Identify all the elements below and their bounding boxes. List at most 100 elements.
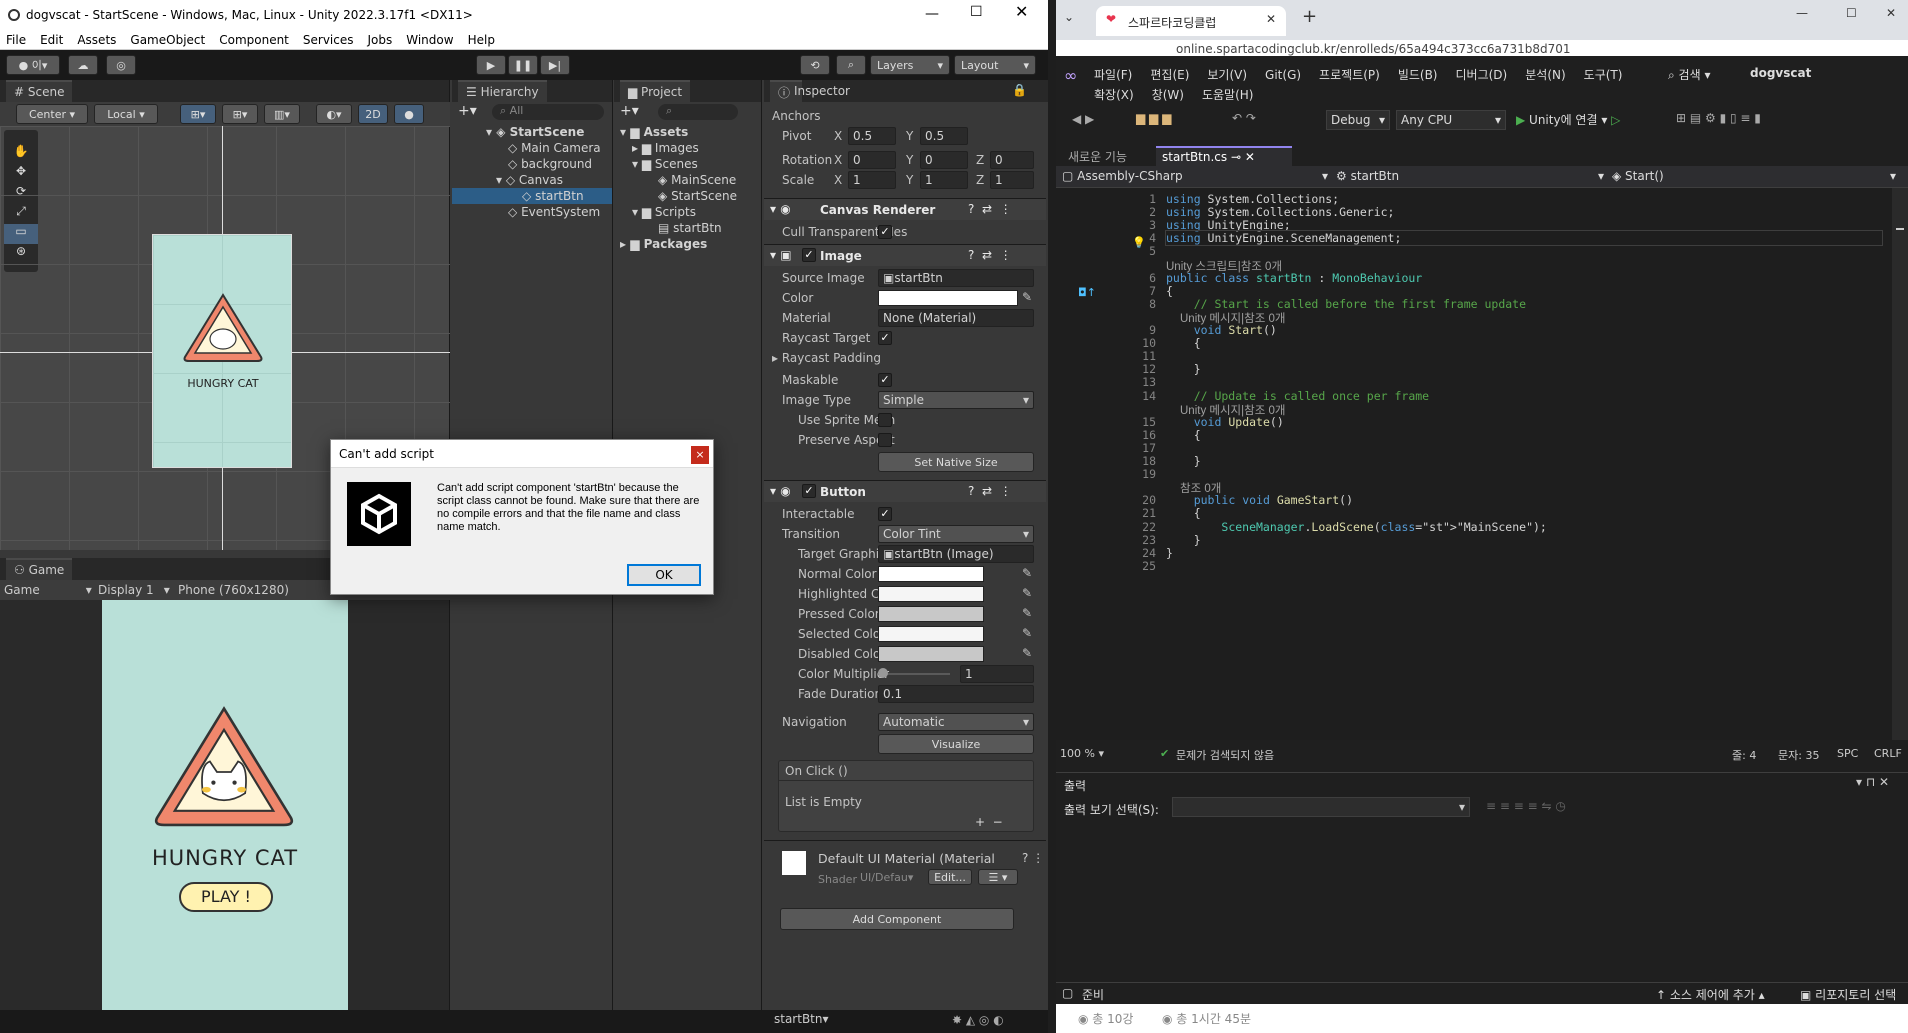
- menu-tools[interactable]: 도구(T): [1584, 66, 1623, 83]
- rotation-y-field[interactable]: 0: [920, 151, 968, 169]
- scene-canvas[interactable]: HUNGRY CAT: [152, 234, 292, 468]
- class-nav-dropdown[interactable]: ⚙ startBtn: [1336, 169, 1399, 183]
- close-icon[interactable]: ✕: [1015, 2, 1028, 21]
- repo-select-button[interactable]: ▣ 리포지토리 선택: [1800, 986, 1896, 1003]
- code-line[interactable]: using System.Collections.Generic;: [1166, 205, 1395, 219]
- source-control-button[interactable]: ↑ 소스 제어에 추가 ▴: [1656, 986, 1765, 1003]
- add-component-button[interactable]: Add Component: [780, 908, 1014, 930]
- resolution-dropdown[interactable]: Phone (760x1280): [178, 583, 289, 597]
- maskable-checkbox[interactable]: ✓: [878, 373, 892, 387]
- help-icon[interactable]: ? ⇄ ⋮: [968, 248, 1012, 262]
- code-line[interactable]: using UnityEngine;: [1166, 218, 1291, 232]
- output-toolbar-icons[interactable]: ≡ ≡ ≡ ≡ ⇋ ◷: [1486, 799, 1566, 813]
- hierarchy-search-input[interactable]: ⌕ All: [492, 104, 604, 120]
- tab-close-icon[interactable]: ✕: [1245, 150, 1255, 164]
- menu-component[interactable]: Component: [219, 33, 289, 47]
- button-enabled-checkbox[interactable]: ✓: [802, 484, 816, 498]
- increment-button[interactable]: ▥▾: [264, 104, 300, 124]
- tab-startbtn-cs[interactable]: startBtn.cs ⊸ ✕: [1156, 146, 1292, 166]
- code-line[interactable]: // Update is called once per frame: [1166, 389, 1429, 403]
- add-object-button[interactable]: +▾: [458, 103, 477, 119]
- code-editor[interactable]: 1 using System.Collections; 2 using System.…: [1056, 188, 1892, 740]
- cloud-button[interactable]: ☁: [68, 55, 98, 75]
- tab-scene[interactable]: # Scene: [6, 80, 73, 102]
- project-item-scenes[interactable]: ▾ ▆ Scenes: [614, 156, 761, 172]
- pivot-dropdown[interactable]: Center ▾: [16, 104, 88, 124]
- shader-dropdown[interactable]: UI/Defau▾: [860, 871, 913, 884]
- image-type-dropdown[interactable]: Simple ▾: [878, 391, 1034, 409]
- game-mode-dropdown[interactable]: Game ▾: [4, 583, 92, 597]
- code-line[interactable]: using UnityEngine.SceneManagement;: [1165, 230, 1883, 247]
- anchors-row[interactable]: Anchors: [764, 106, 1034, 126]
- menu-assets[interactable]: Assets: [77, 33, 116, 47]
- layers-dropdown[interactable]: Layers ▾: [870, 55, 950, 75]
- edit-shader-button[interactable]: Edit...: [928, 869, 972, 885]
- project-item-startscene[interactable]: ◈ StartScene: [614, 188, 761, 204]
- tree-item-startbtn[interactable]: ◇ startBtn: [452, 188, 612, 204]
- slider-handle[interactable]: [878, 668, 888, 678]
- zoom-dropdown[interactable]: 100 % ▾: [1060, 747, 1104, 760]
- transition-dropdown[interactable]: Color Tint ▾: [878, 525, 1034, 543]
- code-line[interactable]: public void GameStart(): [1166, 493, 1353, 507]
- nav-back-icon[interactable]: ◀ ▶: [1072, 112, 1094, 126]
- space-dropdown[interactable]: Local ▾: [94, 104, 158, 124]
- project-item-packages[interactable]: ▸ ▆ Packages: [614, 236, 761, 252]
- tree-item-main-camera[interactable]: ◇ Main Camera: [452, 140, 612, 156]
- menu-debug[interactable]: 디버그(D): [1456, 66, 1508, 83]
- grid-snap-button[interactable]: ⊞▾: [222, 104, 258, 124]
- browser-close-icon[interactable]: ✕: [1886, 6, 1896, 20]
- set-native-size-button[interactable]: Set Native Size: [878, 452, 1034, 472]
- preserve-aspect-checkbox[interactable]: [878, 433, 892, 447]
- code-line[interactable]: }: [1166, 533, 1201, 547]
- project-item-startbtn[interactable]: ▤ startBtn: [614, 220, 761, 236]
- scale-x-field[interactable]: 1: [848, 171, 896, 189]
- canvas-renderer-header[interactable]: ▾ ◉ Canvas Renderer ? ⇄ ⋮: [764, 198, 1046, 220]
- project-item-images[interactable]: ▸ ▆ Images: [614, 140, 761, 156]
- play-button[interactable]: ▶: [476, 55, 506, 75]
- spacing-indicator[interactable]: SPC: [1837, 747, 1858, 760]
- lighting-button[interactable]: ●: [394, 104, 424, 124]
- normal-color-swatch[interactable]: [878, 566, 984, 582]
- tree-item-background[interactable]: ◇ background: [452, 156, 612, 172]
- toggle-2d-button[interactable]: 2D: [358, 104, 388, 124]
- tree-item-eventsystem[interactable]: ◇ EventSystem: [452, 204, 612, 220]
- menu-gameobject[interactable]: GameObject: [130, 33, 205, 47]
- collab-button[interactable]: ◎: [106, 55, 136, 75]
- menu-view[interactable]: 보기(V): [1207, 66, 1247, 83]
- menu-file[interactable]: 파일(F): [1094, 66, 1132, 83]
- code-line[interactable]: }: [1166, 454, 1201, 468]
- source-image-field[interactable]: ▣startBtn: [878, 269, 1034, 287]
- tree-item-canvas[interactable]: ▾ ◇ Canvas: [452, 172, 612, 188]
- rotation-x-field[interactable]: 0: [848, 151, 896, 169]
- minimize-icon[interactable]: —: [925, 6, 939, 22]
- menu-extensions[interactable]: 확장(X): [1094, 86, 1134, 103]
- interactable-checkbox[interactable]: ✓: [878, 507, 892, 521]
- member-nav-dropdown[interactable]: ◈ Start(): [1612, 169, 1664, 183]
- tab-hierarchy[interactable]: ☰ Hierarchy: [458, 80, 547, 102]
- history-button[interactable]: ⟲: [800, 55, 830, 75]
- menu-jobs[interactable]: Jobs: [368, 33, 393, 47]
- pin-icon[interactable]: ⊸: [1231, 150, 1241, 164]
- pressed-color-swatch[interactable]: [878, 606, 984, 622]
- cull-checkbox[interactable]: ✓: [878, 225, 892, 239]
- browser-maximize-icon[interactable]: ☐: [1846, 6, 1857, 20]
- code-line[interactable]: SceneManager.LoadScene(class="st">"MainS…: [1166, 520, 1546, 534]
- dialog-ok-button[interactable]: OK: [627, 564, 701, 586]
- tab-close-icon[interactable]: ✕: [1266, 12, 1276, 26]
- eyedropper-icon[interactable]: ✎: [1022, 646, 1032, 660]
- color-multiplier-slider[interactable]: [878, 673, 950, 675]
- raycast-padding-row[interactable]: ▸ Raycast Padding: [764, 348, 1034, 368]
- shader-menu-button[interactable]: ☰ ▾: [978, 869, 1018, 885]
- help-icon[interactable]: ? ⇄ ⋮: [968, 484, 1012, 498]
- raycast-checkbox[interactable]: ✓: [878, 331, 892, 345]
- tree-item-startscene[interactable]: ▾ ◈ StartScene: [452, 124, 612, 140]
- code-line[interactable]: using System.Collections;: [1166, 192, 1339, 206]
- layout-dropdown[interactable]: Layout ▾: [954, 55, 1036, 75]
- attach-unity-button[interactable]: ▶ Unity에 연결 ▾ ▷: [1516, 111, 1620, 128]
- create-asset-button[interactable]: +▾: [620, 103, 639, 119]
- code-line[interactable]: {: [1166, 506, 1201, 520]
- dialog-close-icon[interactable]: ×: [691, 446, 709, 464]
- vs-search-button[interactable]: ⌕ 검색 ▾: [1668, 66, 1710, 83]
- snap-button[interactable]: ⊞▾: [180, 104, 216, 124]
- code-line[interactable]: }: [1166, 546, 1173, 560]
